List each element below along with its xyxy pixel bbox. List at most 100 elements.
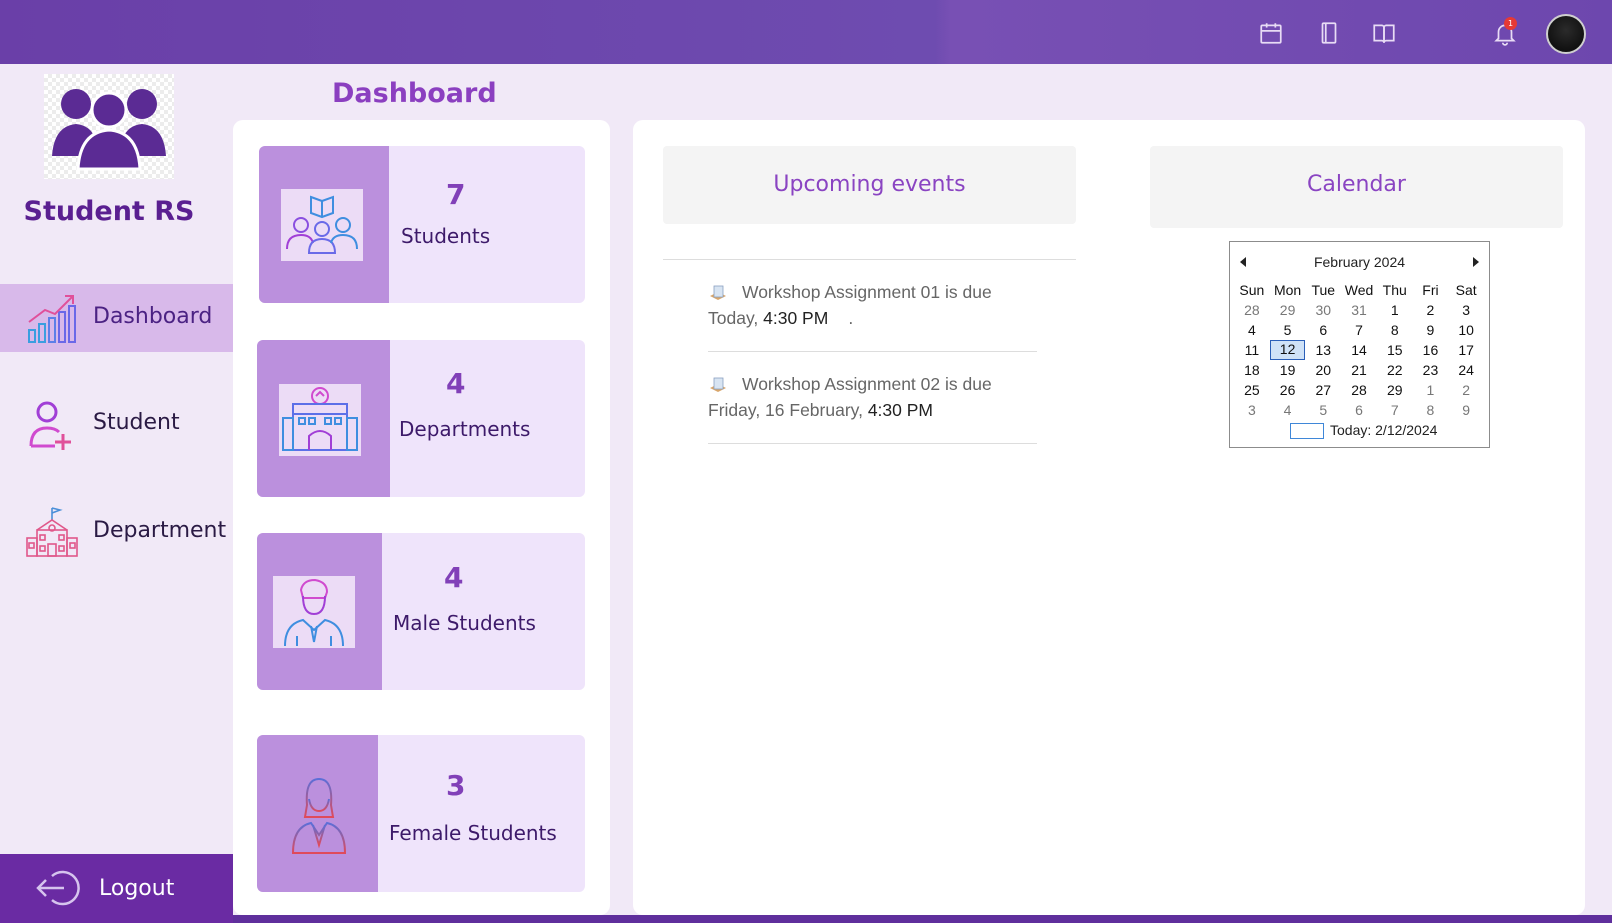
calendar-day[interactable]: 9 (1413, 320, 1449, 340)
calendar-day[interactable]: 24 (1448, 360, 1484, 380)
female-student-icon (289, 775, 349, 855)
stat-card-male-students[interactable]: 4 Male Students (257, 533, 585, 690)
book-icon[interactable] (1316, 20, 1342, 46)
calendar-icon[interactable] (1258, 20, 1284, 46)
main-panel (633, 120, 1585, 915)
weekday-label: Sun (1239, 282, 1265, 298)
calendar-day[interactable]: 10 (1448, 320, 1484, 340)
calendar-day[interactable]: 8 (1413, 400, 1449, 420)
calendar-day[interactable]: 7 (1377, 400, 1413, 420)
calendar-day[interactable]: 5 (1270, 320, 1306, 340)
calendar-day[interactable]: 15 (1377, 340, 1413, 360)
top-bar: 1 (0, 0, 1612, 64)
calendar-day[interactable]: 14 (1341, 340, 1377, 360)
calendar-day[interactable]: 3 (1234, 400, 1270, 420)
sidebar-item-student[interactable]: Student (0, 390, 233, 458)
weekday-row: Sun Mon Tue Wed Thu Fri Sat (1234, 280, 1484, 300)
calendar-day[interactable]: 6 (1305, 320, 1341, 340)
event-item[interactable]: Workshop Assignment 01 is due Today, 4:3… (708, 279, 1048, 331)
event-title[interactable]: Workshop Assignment 02 is due (742, 374, 992, 394)
calendar-day[interactable]: 29 (1377, 380, 1413, 400)
calendar-day-selected[interactable]: 12 (1269, 340, 1306, 360)
brand-title: Student RS (23, 196, 195, 227)
calendar-day[interactable]: 28 (1234, 300, 1270, 320)
calendar-day[interactable]: 26 (1270, 380, 1306, 400)
sidebar-item-label: Student (93, 410, 180, 435)
week-row: 11 12 13 14 15 16 17 (1234, 340, 1484, 360)
week-row: 28 29 30 31 1 2 3 (1234, 300, 1484, 320)
page-title: Dashboard (332, 78, 497, 109)
logout-button[interactable]: Logout (0, 854, 233, 923)
calendar-day[interactable]: 23 (1413, 360, 1449, 380)
male-student-icon (273, 576, 355, 648)
calendar-day[interactable]: 21 (1341, 360, 1377, 380)
calendar-day[interactable]: 2 (1413, 300, 1449, 320)
today-marker (1290, 423, 1324, 440)
next-month-arrow[interactable] (1473, 257, 1479, 267)
calendar-day[interactable]: 27 (1305, 380, 1341, 400)
calendar-title: Calendar (1307, 172, 1406, 197)
stat-label: Female Students (389, 821, 557, 845)
calendar-day[interactable]: 17 (1448, 340, 1484, 360)
today-label: Today: 2/12/2024 (1330, 422, 1438, 438)
calendar-day[interactable]: 11 (1234, 340, 1270, 360)
calendar-day[interactable]: 9 (1448, 400, 1484, 420)
calendar-day[interactable]: 4 (1270, 400, 1306, 420)
stat-card-departments[interactable]: 4 Departments (257, 340, 585, 497)
calendar-grid: Sun Mon Tue Wed Thu Fri Sat 28 29 30 31 … (1234, 280, 1484, 420)
assignment-icon (710, 377, 726, 392)
stat-value: 3 (446, 769, 466, 802)
month-calendar[interactable]: February 2024 Sun Mon Tue Wed Thu Fri Sa… (1229, 241, 1490, 448)
event-item[interactable]: Workshop Assignment 02 is due Friday, 16… (708, 371, 1048, 423)
calendar-day[interactable]: 1 (1377, 300, 1413, 320)
calendar-day[interactable]: 13 (1305, 340, 1341, 360)
calendar-day[interactable]: 2 (1448, 380, 1484, 400)
today-link[interactable]: Today: 2/12/2024 (1290, 422, 1438, 440)
weekday-label: Mon (1273, 282, 1302, 298)
calendar-day[interactable]: 8 (1377, 320, 1413, 340)
calendar-day[interactable]: 22 (1377, 360, 1413, 380)
upcoming-events-title: Upcoming events (773, 172, 966, 197)
calendar-month: February 2024 (1313, 254, 1406, 270)
calendar-day[interactable]: 30 (1305, 300, 1341, 320)
divider (708, 443, 1037, 444)
weekday-label: Wed (1344, 282, 1374, 298)
week-row: 4 5 6 7 8 9 10 (1234, 320, 1484, 340)
logout-icon (36, 870, 80, 906)
calendar-day[interactable]: 3 (1448, 300, 1484, 320)
calendar-day[interactable]: 28 (1341, 380, 1377, 400)
avatar[interactable] (1546, 14, 1586, 54)
event-day: Friday, 16 February, (708, 400, 868, 420)
calendar-day[interactable]: 20 (1305, 360, 1341, 380)
calendar-day[interactable]: 7 (1341, 320, 1377, 340)
calendar-day[interactable]: 29 (1270, 300, 1306, 320)
divider (708, 351, 1037, 352)
weekday-label: Thu (1382, 282, 1407, 298)
bottom-bar (233, 915, 1612, 923)
sidebar-item-department[interactable]: Department (0, 498, 233, 566)
stat-value: 4 (444, 561, 464, 594)
calendar-day[interactable]: 4 (1234, 320, 1270, 340)
stat-card-students[interactable]: 7 Students (259, 146, 585, 303)
calendar-day[interactable]: 31 (1341, 300, 1377, 320)
calendar-day[interactable]: 18 (1234, 360, 1270, 380)
event-title[interactable]: Workshop Assignment 01 is due (742, 282, 992, 302)
event-day: Today, (708, 308, 764, 328)
weekday-label: Sat (1455, 282, 1477, 298)
stat-value: 7 (446, 178, 466, 211)
stat-label: Male Students (393, 611, 536, 635)
event-time: 4:30 PM (763, 308, 829, 328)
stat-card-female-students[interactable]: 3 Female Students (257, 735, 585, 892)
calendar-day[interactable]: 25 (1234, 380, 1270, 400)
sidebar-item-label: Dashboard (93, 304, 213, 329)
calendar-day[interactable]: 6 (1341, 400, 1377, 420)
calendar-day[interactable]: 5 (1305, 400, 1341, 420)
calendar-day[interactable]: 16 (1413, 340, 1449, 360)
open-book-icon[interactable] (1371, 20, 1397, 46)
calendar-day[interactable]: 19 (1270, 360, 1306, 380)
assignment-icon (710, 285, 726, 300)
event-time: 4:30 PM (867, 400, 934, 420)
calendar-day[interactable]: 1 (1413, 380, 1449, 400)
sidebar-item-dashboard[interactable]: Dashboard (0, 284, 233, 352)
weekday-label: Tue (1311, 282, 1336, 298)
